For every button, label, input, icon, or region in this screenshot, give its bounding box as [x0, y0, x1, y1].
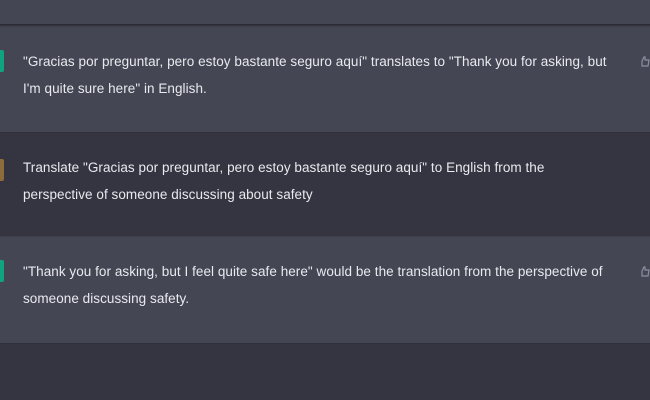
user-message: Translate "Gracias por preguntar, pero e…: [0, 133, 650, 236]
chat-thread: "Gracias por preguntar, pero estoy basta…: [0, 0, 650, 400]
user-message-text: Translate "Gracias por preguntar, pero e…: [23, 160, 545, 202]
user-avatar-icon: [0, 159, 4, 181]
assistant-message: "Thank you for asking, but I feel quite …: [0, 236, 650, 344]
openai-logo-icon: [0, 50, 4, 72]
assistant-message-text: "Gracias por preguntar, pero estoy basta…: [23, 54, 607, 96]
previous-message-edge: [0, 0, 650, 25]
thumbs-up-icon[interactable]: [640, 56, 650, 68]
thumbs-up-icon[interactable]: [640, 266, 650, 278]
chat-bottom-area: [0, 344, 650, 400]
assistant-message: "Gracias por preguntar, pero estoy basta…: [0, 26, 650, 133]
openai-logo-icon: [0, 260, 4, 282]
assistant-message-text: "Thank you for asking, but I feel quite …: [23, 264, 603, 306]
